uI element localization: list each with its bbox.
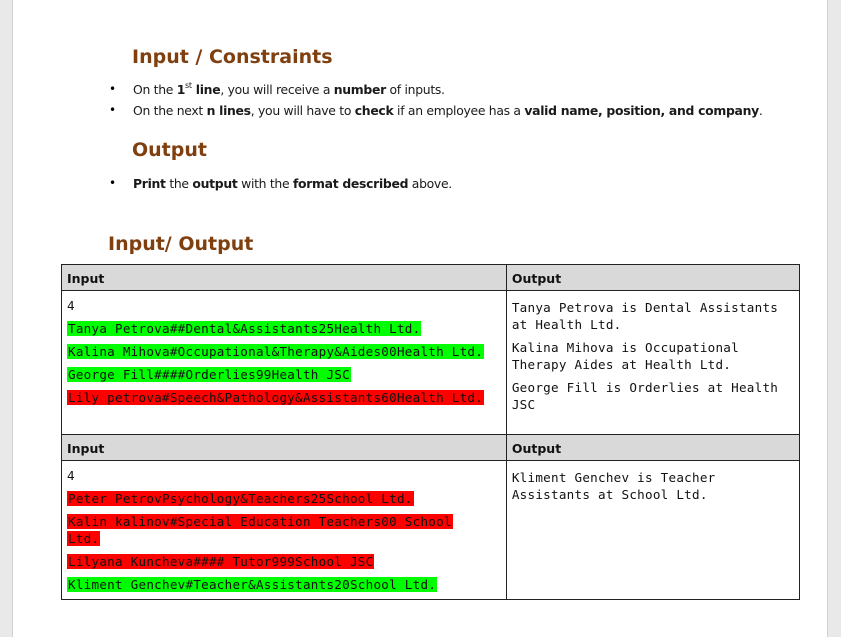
input-line-invalid: Kalin kalinov#Special Education Teachers… — [67, 514, 453, 546]
output-header: Output — [505, 434, 801, 461]
output-line: Kliment Genchev is Teacher Assistants at… — [511, 470, 716, 502]
input-line-valid: George Fill####Orderlies99Health JSC — [67, 367, 351, 382]
input-header: Input — [61, 434, 507, 461]
document-page: Input / Constraints On the 1st line, you… — [12, 0, 828, 637]
heading-input-output: Input/ Output — [108, 233, 254, 255]
table-header-row: Input Output — [61, 434, 801, 461]
constraint-item-1: On the 1st line, you will receive a numb… — [109, 79, 763, 100]
input-line-invalid: Lily petrova#Speech&Pathology&Assistants… — [67, 390, 485, 405]
output-line: George Fill is Orderlies at Health JSC — [511, 380, 779, 412]
example-2-output: Kliment Genchev is Teacher Assistants at… — [505, 460, 801, 600]
constraints-list: On the 1st line, you will receive a numb… — [109, 79, 763, 121]
input-line-valid: Kalina Mihova#Occupational&Therapy&Aides… — [67, 344, 485, 359]
example-1-output: Tanya Petrova is Dental Assistants at He… — [505, 290, 801, 435]
example-row-1: 4 Tanya Petrova##Dental&Assistants25Heal… — [61, 290, 801, 435]
input-line-valid: Kliment Genchev#Teacher&Assistants20Scho… — [67, 577, 438, 592]
input-line-valid: Tanya Petrova##Dental&Assistants25Health… — [67, 321, 422, 336]
example-row-2: 4 Peter PetrovPsychology&Teachers25Schoo… — [61, 460, 801, 600]
heading-output: Output — [132, 139, 207, 161]
input-count: 4 — [67, 468, 75, 483]
table-header-row: Input Output — [61, 264, 801, 291]
examples-table: Input Output 4 Tanya Petrova##Dental&Ass… — [61, 264, 801, 600]
input-header: Input — [61, 264, 507, 291]
output-header: Output — [505, 264, 801, 291]
example-1-input: 4 Tanya Petrova##Dental&Assistants25Heal… — [61, 290, 507, 435]
output-line: Kalina Mihova is Occupational Therapy Ai… — [511, 340, 739, 372]
output-rules-list: Print the output with the format describ… — [109, 173, 452, 194]
example-2-input: 4 Peter PetrovPsychology&Teachers25Schoo… — [61, 460, 507, 600]
input-line-invalid: Peter PetrovPsychology&Teachers25School … — [67, 491, 414, 506]
input-count: 4 — [67, 298, 75, 313]
output-line: Tanya Petrova is Dental Assistants at He… — [511, 300, 779, 332]
heading-input-constraints: Input / Constraints — [132, 46, 333, 68]
input-line-invalid: Lilyana Kuncheva#### Tutor999School JSC — [67, 554, 375, 569]
constraint-item-2: On the next n lines, you will have to ch… — [109, 100, 763, 121]
output-rule-item: Print the output with the format describ… — [109, 173, 452, 194]
